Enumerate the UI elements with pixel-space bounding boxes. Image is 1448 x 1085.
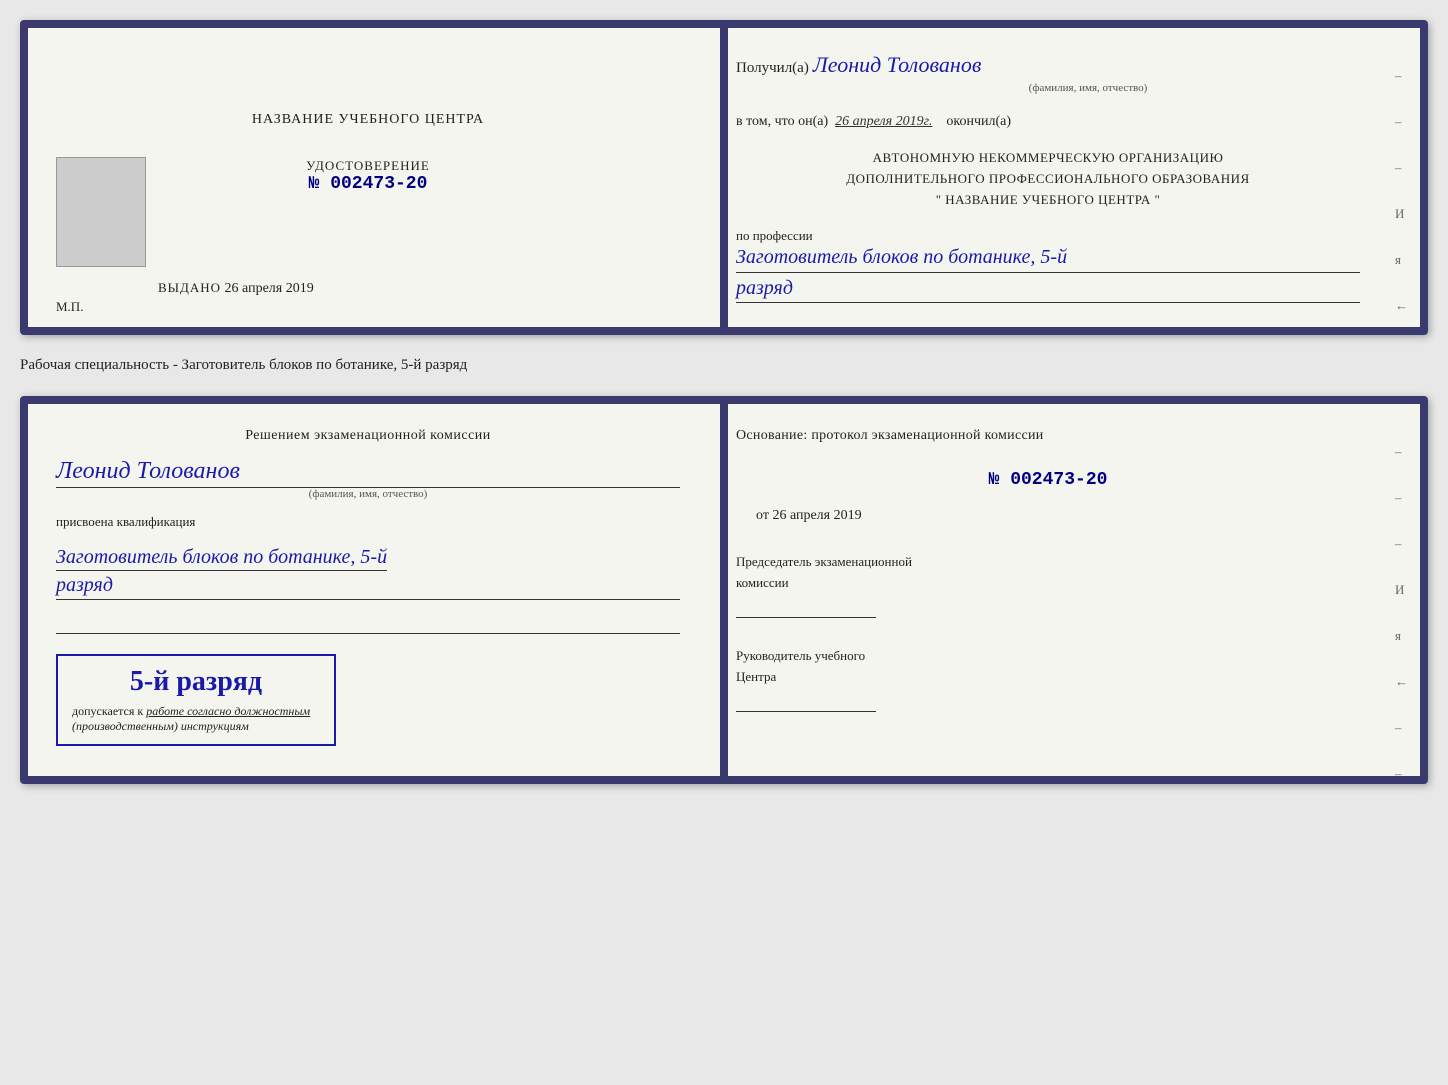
received-line: Получил(а) Леонид Толованов (фамилия, им…	[736, 52, 1360, 96]
blank-line	[56, 614, 680, 634]
cert-id-block: УДОСТОВЕРЕНИЕ № 002473-20	[306, 158, 430, 194]
basis-label: Основание: протокол экзаменационной коми…	[736, 428, 1360, 444]
cert-id-number: № 002473-20	[306, 174, 430, 194]
top-cert-left: НАЗВАНИЕ УЧЕБНОГО ЦЕНТРА УДОСТОВЕРЕНИЕ №…	[28, 28, 708, 327]
stamp-rank: 5-й разряд	[72, 666, 320, 698]
photo-placeholder	[56, 157, 146, 267]
date-from: от 26 апреля 2019	[756, 508, 1360, 524]
head-signature	[736, 692, 876, 712]
head-block: Руководитель учебного Центра	[736, 646, 1360, 712]
bottom-cert-left: Решением экзаменационной комиссии Леонид…	[28, 404, 708, 776]
bottom-certificate: Решением экзаменационной комиссии Леонид…	[20, 396, 1428, 784]
chairman-block: Председатель экзаменационной комиссии	[736, 552, 1360, 618]
person-name-block: Леонид Толованов (фамилия, имя, отчество…	[56, 458, 680, 500]
protocol-number: № 002473-20	[736, 470, 1360, 490]
date-line: в том, что он(а) 26 апреля 2019г. окончи…	[736, 114, 1360, 130]
stamp-box: 5-й разряд допускается к работе согласно…	[56, 654, 336, 746]
issued-date-block: Выдано 26 апреля 2019	[158, 280, 314, 297]
right-side-dashes: – – – И я ← –	[1395, 68, 1408, 335]
mp-label: М.П.	[56, 299, 83, 315]
bottom-cert-right: Основание: протокол экзаменационной коми…	[708, 404, 1420, 776]
cert-id-label: УДОСТОВЕРЕНИЕ	[306, 158, 430, 174]
org-block: АВТОНОМНУЮ НЕКОММЕРЧЕСКУЮ ОРГАНИЗАЦИЮ ДО…	[736, 148, 1360, 210]
top-center-name: НАЗВАНИЕ УЧЕБНОГО ЦЕНТРА	[252, 112, 484, 128]
qualification-block: Заготовитель блоков по ботанике, 5-й раз…	[56, 544, 680, 600]
top-cert-right: Получил(а) Леонид Толованов (фамилия, им…	[708, 28, 1420, 327]
decision-text: Решением экзаменационной комиссии	[56, 428, 680, 444]
specialty-label: Рабочая специальность - Заготовитель бло…	[20, 351, 1428, 380]
bottom-right-side-dashes: – – – И я ← – – –	[1395, 444, 1408, 784]
assigned-label: присвоена квалификация	[56, 514, 680, 530]
top-certificate: НАЗВАНИЕ УЧЕБНОГО ЦЕНТРА УДОСТОВЕРЕНИЕ №…	[20, 20, 1428, 335]
stamp-allowed: допускается к работе согласно должностны…	[72, 704, 320, 734]
profession-block: по профессии Заготовитель блоков по бота…	[736, 228, 1360, 303]
page-wrapper: НАЗВАНИЕ УЧЕБНОГО ЦЕНТРА УДОСТОВЕРЕНИЕ №…	[20, 20, 1428, 784]
chairman-signature	[736, 598, 876, 618]
